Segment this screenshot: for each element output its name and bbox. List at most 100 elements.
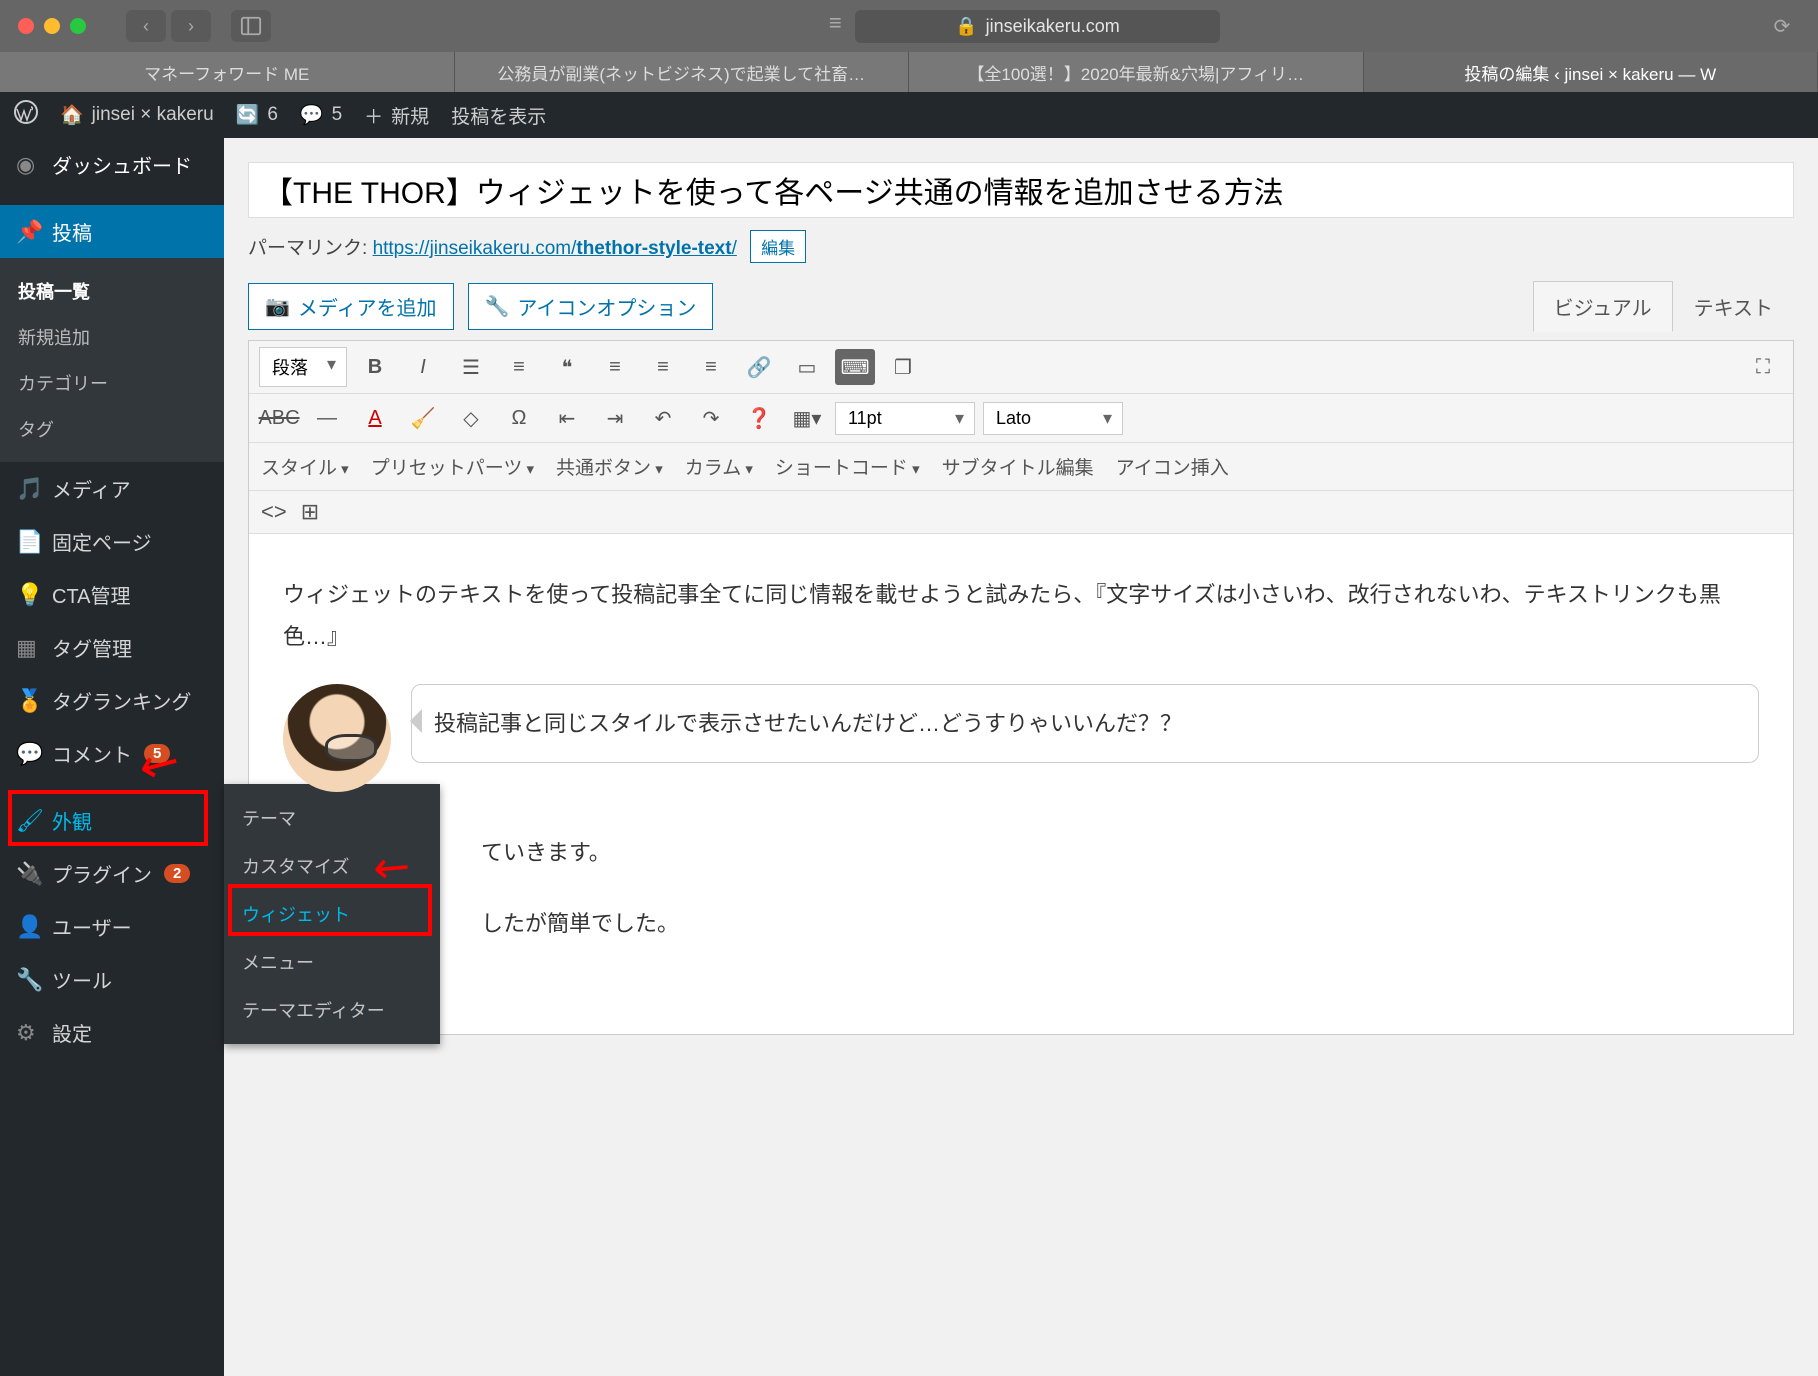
toolbar-row-1: 段落 B I ☰ ≡ ❝ ≡ ≡ ≡ 🔗 ▭ ⌨ ❐ ⛶ xyxy=(249,341,1793,394)
sidebar-toggle-button[interactable] xyxy=(231,10,271,42)
speech-bubble: 投稿記事と同じスタイルで表示させたいんだけど…どうすりゃいいんだ？？ xyxy=(411,684,1759,764)
browser-tab-active[interactable]: 投稿の編集 ‹ jinsei × kakeru — W xyxy=(1364,52,1818,92)
add-media-button[interactable]: 📷 メディアを追加 xyxy=(248,283,454,330)
wordpress-icon[interactable] xyxy=(14,100,38,130)
undo-button[interactable]: ↶ xyxy=(643,400,683,436)
sidebar-item-tag-rank[interactable]: 🏅 タグランキング xyxy=(0,674,224,727)
comments-link[interactable]: 💬 5 xyxy=(300,103,342,127)
flyout-item-widgets[interactable]: ウィジェット xyxy=(224,890,440,938)
sidebar-item-comments[interactable]: 💬 コメント 5 xyxy=(0,727,224,780)
link-button[interactable]: 🔗 xyxy=(739,349,779,385)
hr-button[interactable]: — xyxy=(307,400,347,436)
outdent-button[interactable]: ⇤ xyxy=(547,400,587,436)
minimize-window-button[interactable] xyxy=(44,18,60,34)
edit-permalink-button[interactable]: 編集 xyxy=(750,230,806,263)
sidebar-item-plugins[interactable]: 🔌 プラグイン 2 xyxy=(0,847,224,900)
forward-button[interactable]: › xyxy=(171,10,211,42)
special-char-button[interactable]: Ω xyxy=(499,400,539,436)
preset-dropdown[interactable]: プリセットパーツ xyxy=(371,453,534,480)
quote-button[interactable]: ❝ xyxy=(547,349,587,385)
url-bar[interactable]: ≡ 🔒 jinseikakeru.com xyxy=(281,10,1754,43)
sidebar-item-media[interactable]: 🎵 メディア xyxy=(0,462,224,515)
sidebar-item-tools[interactable]: 🔧 ツール xyxy=(0,953,224,1006)
code-button[interactable]: <> xyxy=(261,499,287,525)
wp-admin-bar: 🏠 jinsei × kakeru 🔄 6 💬 5 ＋ 新規 投稿を表示 xyxy=(0,92,1818,138)
insert-box-button[interactable]: ⊞ xyxy=(301,499,319,525)
update-icon: 🔄 xyxy=(236,103,260,127)
sidebar-item-appearance[interactable]: 🖌 外観 xyxy=(0,794,224,847)
tab-text[interactable]: テキスト xyxy=(1673,281,1794,332)
toolbar-row-2: ABC — A 🧹 ◇ Ω ⇤ ⇥ ↶ ↷ ❓ ▦▾ 11pt Lato xyxy=(249,394,1793,443)
bullet-list-button[interactable]: ☰ xyxy=(451,349,491,385)
speech-balloon: 投稿記事と同じスタイルで表示させたいんだけど…どうすりゃいいんだ？？ xyxy=(283,684,1759,792)
style-dropdown[interactable]: スタイル xyxy=(261,453,349,480)
indent-button[interactable]: ⇥ xyxy=(595,400,635,436)
plug-icon: 🔌 xyxy=(16,861,40,887)
font-size-select[interactable]: 11pt xyxy=(835,402,975,435)
fullscreen-button[interactable]: ⛶ xyxy=(1743,349,1783,385)
align-right-button[interactable]: ≡ xyxy=(691,349,731,385)
close-window-button[interactable] xyxy=(18,18,34,34)
permalink-link[interactable]: https://jinseikakeru.com/thethor-style-t… xyxy=(373,238,737,259)
view-post-link[interactable]: 投稿を表示 xyxy=(451,102,546,129)
updates-link[interactable]: 🔄 6 xyxy=(236,103,278,127)
traffic-lights xyxy=(18,18,86,34)
post-title-input[interactable] xyxy=(248,162,1794,218)
icon-insert-button[interactable]: アイコン挿入 xyxy=(1116,453,1229,480)
sidebar-item-cta[interactable]: 💡 CTA管理 xyxy=(0,568,224,621)
reload-button[interactable]: ⟳ xyxy=(1764,12,1800,40)
avatar xyxy=(283,684,391,792)
browser-tab[interactable]: マネーフォワード ME xyxy=(0,52,455,92)
back-button[interactable]: ‹ xyxy=(126,10,166,42)
shortcode-dropdown[interactable]: ショートコード xyxy=(775,453,920,480)
numbered-list-button[interactable]: ≡ xyxy=(499,349,539,385)
redo-button[interactable]: ↷ xyxy=(691,400,731,436)
table-button[interactable]: ▦▾ xyxy=(787,400,827,436)
submenu-item[interactable]: 投稿一覧 xyxy=(0,268,224,314)
copy-button[interactable]: ❐ xyxy=(883,349,923,385)
more-button[interactable]: ▭ xyxy=(787,349,827,385)
browser-tab[interactable]: 公務員が副業(ネットビジネス)で起業して社畜… xyxy=(455,52,910,92)
submenu-item[interactable]: 新規追加 xyxy=(0,314,224,360)
subtitle-edit-button[interactable]: サブタイトル編集 xyxy=(942,453,1094,480)
text-color-button[interactable]: A xyxy=(355,400,395,436)
sidebar-item-tag-manage[interactable]: ▦ タグ管理 xyxy=(0,621,224,674)
bulb-icon: 💡 xyxy=(16,582,40,608)
align-left-button[interactable]: ≡ xyxy=(595,349,635,385)
align-center-button[interactable]: ≡ xyxy=(643,349,683,385)
toolbar-row-4: <> ⊞ xyxy=(249,491,1793,534)
bold-button[interactable]: B xyxy=(355,349,395,385)
submenu-item[interactable]: タグ xyxy=(0,406,224,452)
clear-format-button[interactable]: 🧹 xyxy=(403,400,443,436)
strike-button[interactable]: ABC xyxy=(259,400,299,436)
new-link[interactable]: ＋ 新規 xyxy=(364,102,429,129)
tinymce-editor: 段落 B I ☰ ≡ ❝ ≡ ≡ ≡ 🔗 ▭ ⌨ ❐ ⛶ ABC — A 🧹 ◇ xyxy=(248,340,1794,1035)
wrench-icon: 🔧 xyxy=(16,967,40,993)
toolbar-row-3: スタイル プリセットパーツ 共通ボタン カラム ショートコード サブタイトル編集… xyxy=(249,443,1793,491)
eraser-button[interactable]: ◇ xyxy=(451,400,491,436)
format-select[interactable]: 段落 xyxy=(259,347,347,387)
flyout-item-theme-editor[interactable]: テーマエディター xyxy=(224,986,440,1034)
maximize-window-button[interactable] xyxy=(70,18,86,34)
icon-options-button[interactable]: 🔧 アイコンオプション xyxy=(468,283,714,330)
sidebar-item-posts[interactable]: 📌 投稿 xyxy=(0,205,224,258)
help-button[interactable]: ❓ xyxy=(739,400,779,436)
tab-visual[interactable]: ビジュアル xyxy=(1533,281,1673,332)
flyout-item-themes[interactable]: テーマ xyxy=(224,794,440,842)
sidebar-item-users[interactable]: 👤 ユーザー xyxy=(0,900,224,953)
submenu-item[interactable]: カテゴリー xyxy=(0,360,224,406)
sidebar-item-pages[interactable]: 📄 固定ページ xyxy=(0,515,224,568)
media-icon: 🎵 xyxy=(16,476,40,502)
editor-body[interactable]: ウィジェットのテキストを使って投稿記事全てに同じ情報を載せようと試みたら、『文字… xyxy=(249,534,1793,1034)
sidebar-item-dashboard[interactable]: ◉ ダッシュボード xyxy=(0,138,224,191)
site-link[interactable]: 🏠 jinsei × kakeru xyxy=(60,103,214,127)
flyout-item-menus[interactable]: メニュー xyxy=(224,938,440,986)
browser-tab[interactable]: 【全100選！】2020年最新&穴場|アフィリ… xyxy=(909,52,1364,92)
common-btn-dropdown[interactable]: 共通ボタン xyxy=(556,453,663,480)
column-dropdown[interactable]: カラム xyxy=(685,453,753,480)
sidebar-item-settings[interactable]: ⚙ 設定 xyxy=(0,1006,224,1059)
font-family-select[interactable]: Lato xyxy=(983,402,1123,435)
italic-button[interactable]: I xyxy=(403,349,443,385)
camera-icon: 📷 xyxy=(265,294,290,319)
toolbar-toggle-button[interactable]: ⌨ xyxy=(835,349,875,385)
